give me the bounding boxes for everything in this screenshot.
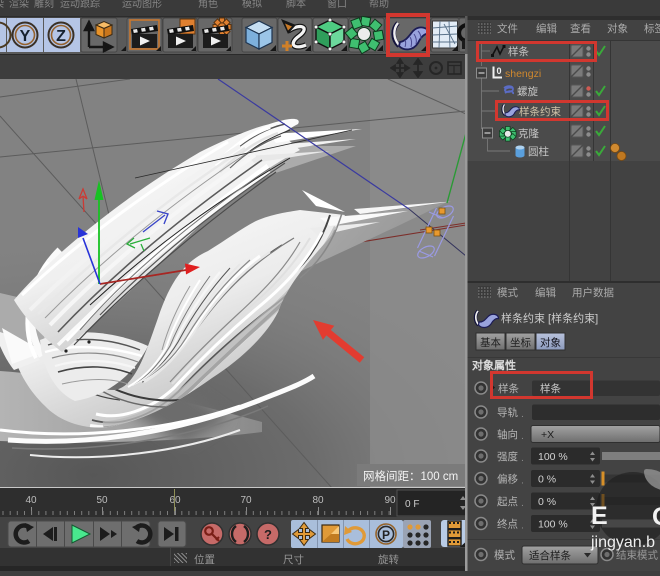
svg-text:.: . xyxy=(521,452,524,464)
svg-text:100 %: 100 % xyxy=(538,519,568,531)
svg-text:偏移: 偏移 xyxy=(497,473,518,486)
svg-text:样条约束 [样条约束]: 样条约束 [样条约束] xyxy=(501,311,598,325)
svg-text:P: P xyxy=(382,528,390,542)
svg-text:50: 50 xyxy=(96,495,108,506)
svg-text:40: 40 xyxy=(25,495,37,506)
svg-text:100 %: 100 % xyxy=(538,451,568,463)
svg-text:基本: 基本 xyxy=(480,336,501,349)
svg-text:+X: +X xyxy=(541,429,554,441)
svg-text:.: . xyxy=(521,430,524,442)
svg-text:模式: 模式 xyxy=(494,549,515,562)
svg-text:.: . xyxy=(521,475,524,487)
svg-text:网格间距：100 cm: 网格间距：100 cm xyxy=(363,469,458,483)
svg-text:终点: 终点 xyxy=(497,518,518,531)
svg-text:对象: 对象 xyxy=(540,336,561,349)
svg-text:90: 90 xyxy=(384,495,396,506)
svg-text:80: 80 xyxy=(312,495,324,506)
svg-text:60: 60 xyxy=(169,495,181,506)
svg-text:模式: 模式 xyxy=(497,286,518,299)
svg-text:螺旋: 螺旋 xyxy=(517,85,538,98)
svg-text:对象: 对象 xyxy=(607,22,628,35)
svg-text:?: ? xyxy=(264,527,272,542)
svg-text:用户数据: 用户数据 xyxy=(572,286,614,299)
svg-text:标签: 标签 xyxy=(644,22,660,35)
svg-text:0 %: 0 % xyxy=(538,496,556,508)
svg-text:编辑: 编辑 xyxy=(535,286,556,299)
svg-text:0: 0 xyxy=(497,66,502,76)
svg-text:导轨: 导轨 xyxy=(497,406,518,419)
svg-text:0 %: 0 % xyxy=(538,474,556,486)
svg-text:起点: 起点 xyxy=(497,496,518,508)
svg-text:对象属性: 对象属性 xyxy=(472,358,516,372)
svg-text:Z: Z xyxy=(56,28,66,45)
svg-text:70: 70 xyxy=(240,495,252,506)
svg-text:.: . xyxy=(521,408,524,420)
svg-text:编辑: 编辑 xyxy=(536,22,557,35)
svg-text:Y: Y xyxy=(20,28,31,45)
svg-text:shengzi: shengzi xyxy=(505,68,541,80)
svg-text:轴向: 轴向 xyxy=(497,428,518,441)
svg-text:克隆: 克隆 xyxy=(518,127,539,140)
svg-text:强度: 强度 xyxy=(497,450,518,463)
svg-text:查看: 查看 xyxy=(570,22,591,35)
svg-text:圆柱: 圆柱 xyxy=(528,145,549,158)
svg-text:.: . xyxy=(521,497,524,509)
svg-text:.: . xyxy=(521,520,524,532)
svg-text:文件: 文件 xyxy=(497,22,518,35)
svg-text:0 F: 0 F xyxy=(405,499,419,510)
svg-text:坐标: 坐标 xyxy=(510,337,531,349)
svg-text:适合样条: 适合样条 xyxy=(529,549,571,562)
